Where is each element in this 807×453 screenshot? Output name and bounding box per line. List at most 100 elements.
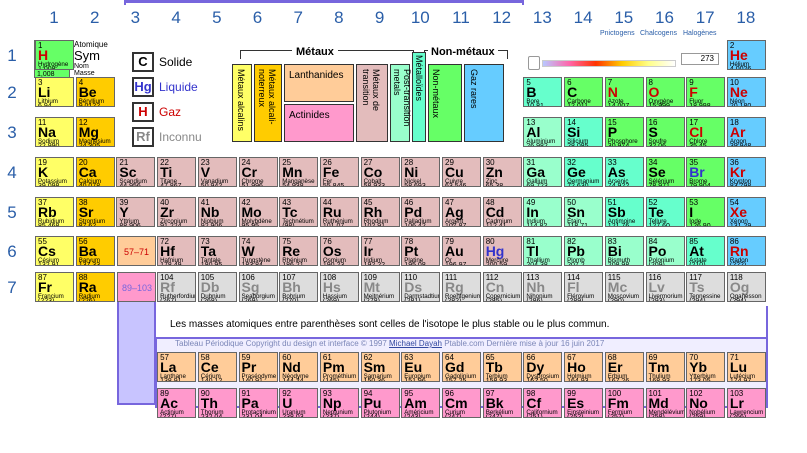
element-pu[interactable]: 94 Pu Plutonium (244) [360,388,400,418]
element-h[interactable]: 1 H Hydrogène 1,008 [35,40,74,70]
element-pm[interactable]: 61 Pm Prométhium (145) [319,352,359,382]
element-db[interactable]: 105 Db Dubnium (268) [197,272,237,302]
element-co[interactable]: 27 Co Cobalt 58,933 [360,157,400,187]
element-se[interactable]: 34 Se Sélénium 78,971 [645,157,685,187]
element-al[interactable]: 13 Al Aluminium 26,982 [523,117,563,147]
element-mt[interactable]: 109 Mt Meitnérium (278) [360,272,400,302]
lanthanide-placeholder[interactable]: 57–71 [117,236,156,266]
group-number-6[interactable]: 6 [238,8,278,28]
element-ho[interactable]: 67 Ho Holmium 164,93 [564,352,604,382]
element-ta[interactable]: 73 Ta Tantale 180,95 [197,236,237,266]
element-cr[interactable]: 24 Cr Chrome 51,996 [238,157,278,187]
element-k[interactable]: 19 K Potassium 39,098 [35,157,74,187]
element-ag[interactable]: 47 Ag Argent 107,87 [442,197,481,227]
element-lr[interactable]: 103 Lr Lawrencium (266) [726,388,766,418]
element-si[interactable]: 14 Si Silicium 28,085 [564,117,604,147]
element-pd[interactable]: 46 Pd Palladium 106,42 [401,197,441,227]
group-number-10[interactable]: 10 [400,8,440,28]
element-fr[interactable]: 87 Fr Francium (223) [35,272,74,302]
element-br[interactable]: 35 Br Brome 79,904 [686,157,726,187]
group-number-12[interactable]: 12 [482,8,522,28]
element-cm[interactable]: 96 Cm Curium (247) [442,388,481,418]
element-ca[interactable]: 20 Ca Calcium 40,078 [75,157,115,187]
element-am[interactable]: 95 Am Américium (243) [401,388,441,418]
element-ac[interactable]: 89 Ac Actinium (227) [157,388,197,418]
element-u[interactable]: 92 U Uranium 238,03 [279,388,319,418]
element-os[interactable]: 76 Os Osmium 190,23 [319,236,359,266]
author-link[interactable]: Michael Dayah [389,339,442,348]
group-number-16[interactable]: 16 [645,8,685,28]
element-tm[interactable]: 69 Tm Thulium 168,93 [645,352,685,382]
slider-handle[interactable] [528,56,540,70]
period-number-5[interactable]: 5 [2,203,22,223]
element-cn[interactable]: 112 Cn Copernicium (285) [482,272,522,302]
element-cu[interactable]: 29 Cu Cuivre 63,546 [442,157,481,187]
element-og[interactable]: 118 Og Oganesson (294) [726,272,766,302]
element-cf[interactable]: 98 Cf Californium (251) [523,388,563,418]
element-fl[interactable]: 114 Fl Flérovium (289) [564,272,604,302]
group-number-14[interactable]: 14 [563,8,603,28]
element-mc[interactable]: 115 Mc Moscovium (290) [604,272,644,302]
element-sb[interactable]: 51 Sb Antimoine 121,76 [604,197,644,227]
element-sg[interactable]: 106 Sg Seaborgium (269) [238,272,278,302]
group-number-13[interactable]: 13 [522,8,562,28]
group-number-1[interactable]: 1 [34,8,74,28]
element-ga[interactable]: 31 Ga Gallium 69,723 [523,157,563,187]
element-b[interactable]: 5 B Bore 10,81 [523,77,563,107]
element-hs[interactable]: 108 Hs Hassium (269) [319,272,359,302]
element-c[interactable]: 6 C Carbone 12,011 [564,77,604,107]
element-ra[interactable]: 88 Ra Radium (226) [75,272,115,302]
group-number-18[interactable]: 18 [726,8,766,28]
element-te[interactable]: 52 Te Tellure 127,60 [645,197,685,227]
element-ir[interactable]: 77 Ir Iridium 192,22 [360,236,400,266]
temperature-slider[interactable] [528,56,676,70]
element-po[interactable]: 84 Po Polonium (209) [645,236,685,266]
element-rf[interactable]: 104 Rf Rutherfordium (267) [157,272,197,302]
period-number-2[interactable]: 2 [2,83,22,103]
element-sm[interactable]: 62 Sm Samarium 150,36 [360,352,400,382]
temperature-track[interactable] [542,60,676,67]
legend-nonmetals[interactable]: Non-métaux [428,64,462,142]
element-ar[interactable]: 18 Ar Argon 39,948 [726,117,766,147]
actinide-placeholder[interactable]: 89–103 [117,272,156,302]
element-zn[interactable]: 30 Zn Zinc 65,38 [482,157,522,187]
legend-metalloids[interactable]: Métalloïdes [412,52,426,142]
element-no[interactable]: 102 No Nobélium (259) [686,388,726,418]
element-pa[interactable]: 91 Pa Protactinium 231,04 [238,388,278,418]
period-number-1[interactable]: 1 [2,46,22,66]
temperature-input[interactable]: 273 [681,53,719,65]
group-number-2[interactable]: 2 [75,8,115,28]
element-eu[interactable]: 63 Eu Europium 151,96 [401,352,441,382]
element-mn[interactable]: 25 Mn Manganèse 54,938 [279,157,319,187]
element-re[interactable]: 75 Re Rhénium 186,21 [279,236,319,266]
element-fm[interactable]: 100 Fm Fermium (257) [604,388,644,418]
element-gd[interactable]: 64 Gd Gadolinium 157,25 [442,352,481,382]
element-bi[interactable]: 83 Bi Bismuth 208,98 [604,236,644,266]
element-er[interactable]: 68 Er Erbium 167,26 [604,352,644,382]
element-at[interactable]: 85 At Astate (210) [686,236,726,266]
element-sc[interactable]: 21 Sc Scandium 44,956 [116,157,156,187]
element-pt[interactable]: 78 Pt Platine 195,08 [401,236,441,266]
element-pr[interactable]: 59 Pr Praséodyme 140,91 [238,352,278,382]
element-ba[interactable]: 56 Ba Baryum 137,33 [75,236,115,266]
element-np[interactable]: 93 Np Neptunium (237) [319,388,359,418]
element-bk[interactable]: 97 Bk Berkélium (247) [482,388,522,418]
element-rb[interactable]: 37 Rb Rubidium 85,468 [35,197,74,227]
element-nb[interactable]: 41 Nb Niobium 92,906 [197,197,237,227]
element-lv[interactable]: 116 Lv Livermorium (293) [645,272,685,302]
legend-post-transition[interactable]: Post-transition metals [390,64,412,142]
element-as[interactable]: 33 As Arsenic 74,922 [604,157,644,187]
element-be[interactable]: 4 Be Béryllium 9,0122 [75,77,115,107]
element-nd[interactable]: 60 Nd Néodyme 144,24 [279,352,319,382]
element-w[interactable]: 74 W Tungstène 183,84 [238,236,278,266]
element-fe[interactable]: 26 Fe Fer 55,845 [319,157,359,187]
element-xe[interactable]: 54 Xe Xénon 131,29 [726,197,766,227]
element-cd[interactable]: 48 Cd Cadmium 112,41 [482,197,522,227]
element-i[interactable]: 53 I Iode 126,90 [686,197,726,227]
group-number-9[interactable]: 9 [360,8,400,28]
element-la[interactable]: 57 La Lanthane 138,91 [157,352,197,382]
element-sn[interactable]: 50 Sn Étain 118,71 [564,197,604,227]
element-tb[interactable]: 65 Tb Terbium 158,93 [482,352,522,382]
group-number-4[interactable]: 4 [156,8,196,28]
element-y[interactable]: 39 Y Yttrium 88,906 [116,197,156,227]
